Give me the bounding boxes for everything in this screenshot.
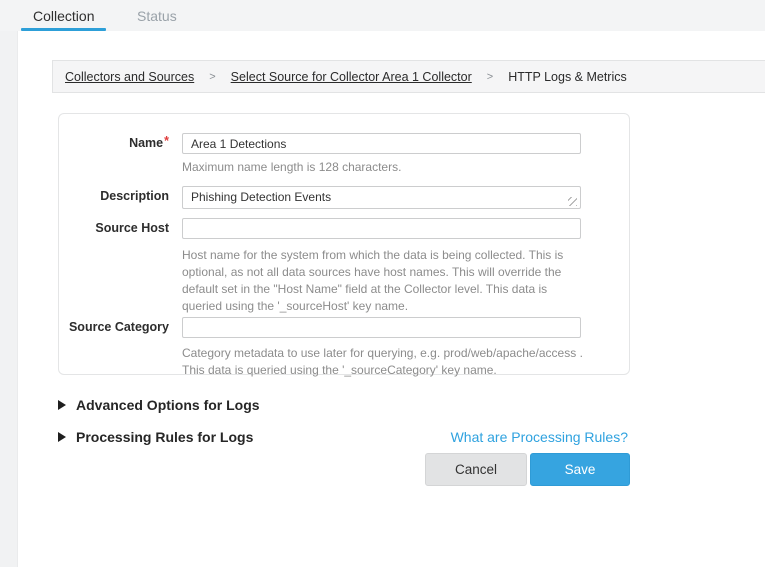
description-label: Description (59, 189, 169, 203)
active-tab-underline (21, 28, 106, 31)
tab-status-label: Status (137, 8, 177, 24)
tab-status[interactable]: Status (125, 0, 189, 31)
advanced-options-section-toggle[interactable]: Advanced Options for Logs (58, 397, 260, 413)
source-host-label: Source Host (59, 221, 169, 235)
cancel-button[interactable]: Cancel (425, 453, 527, 486)
caret-right-icon (58, 432, 66, 442)
breadcrumb-separator: > (209, 71, 215, 83)
left-gutter (0, 31, 18, 567)
name-input[interactable] (182, 133, 581, 154)
what-are-processing-rules-link[interactable]: What are Processing Rules? (451, 429, 628, 445)
source-category-helper-text: Category metadata to use later for query… (182, 345, 584, 379)
source-category-label: Source Category (59, 320, 169, 334)
tab-collection[interactable]: Collection (21, 0, 106, 31)
textarea-resize-grip-icon[interactable] (568, 197, 577, 206)
breadcrumb-link-select-source[interactable]: Select Source for Collector Area 1 Colle… (231, 70, 472, 84)
processing-rules-section-toggle[interactable]: Processing Rules for Logs (58, 429, 253, 445)
source-category-input[interactable] (182, 317, 581, 338)
advanced-options-label: Advanced Options for Logs (76, 397, 260, 413)
processing-rules-label: Processing Rules for Logs (76, 429, 253, 445)
breadcrumb-link-collectors-and-sources[interactable]: Collectors and Sources (65, 70, 194, 84)
caret-right-icon (58, 400, 66, 410)
top-tab-bar: Collection Status (0, 0, 765, 31)
required-asterisk: * (164, 134, 169, 148)
breadcrumb-current-page: HTTP Logs & Metrics (508, 70, 627, 84)
tab-collection-label: Collection (33, 8, 94, 24)
description-textarea[interactable]: Phishing Detection Events (182, 186, 581, 209)
breadcrumb: Collectors and Sources > Select Source f… (52, 60, 765, 93)
save-button[interactable]: Save (530, 453, 630, 486)
source-host-input[interactable] (182, 218, 581, 239)
breadcrumb-separator: > (487, 71, 493, 83)
name-label: Name* (59, 136, 169, 150)
source-host-helper-text: Host name for the system from which the … (182, 247, 584, 315)
name-helper-text: Maximum name length is 128 characters. (182, 159, 584, 176)
source-config-form: Name* Maximum name length is 128 charact… (58, 113, 630, 375)
